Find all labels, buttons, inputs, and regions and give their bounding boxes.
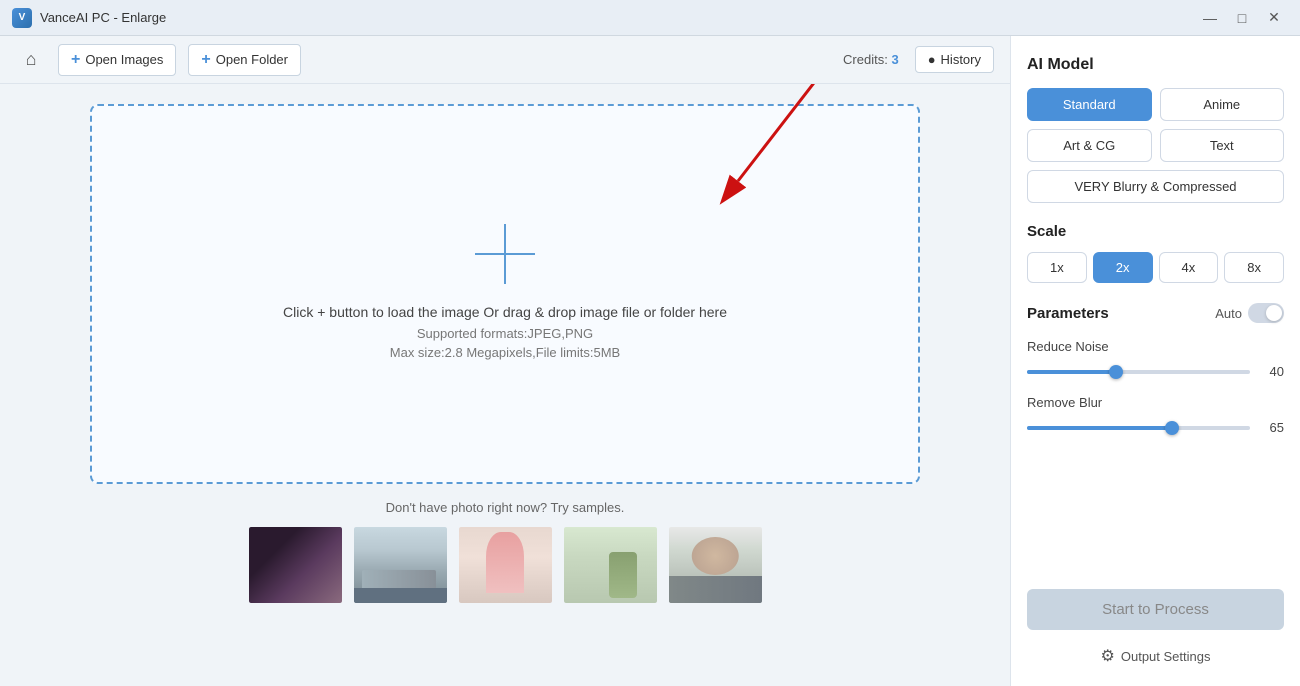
drop-zone-text: Click + button to load the image Or drag…	[283, 304, 727, 364]
model-anime-button[interactable]: Anime	[1160, 88, 1285, 121]
main-layout: ⌂ + Open Images + Open Folder Credits: 3…	[0, 36, 1300, 686]
plus-icon: +	[71, 51, 80, 69]
sample-image-1[interactable]	[247, 525, 344, 605]
add-icon	[475, 224, 535, 284]
remove-blur-slider-row: 65	[1027, 420, 1284, 435]
scale-4x-button[interactable]: 4x	[1159, 252, 1219, 283]
title-bar-left: V VanceAI PC - Enlarge	[12, 8, 166, 28]
app-title: VanceAI PC - Enlarge	[40, 10, 166, 25]
scale-8x-button[interactable]: 8x	[1224, 252, 1284, 283]
model-veryblurry-button[interactable]: VERY Blurry & Compressed	[1027, 170, 1284, 203]
reduce-noise-label: Reduce Noise	[1027, 339, 1284, 354]
samples-section: Don't have photo right now? Try samples.	[90, 500, 920, 605]
toolbar: ⌂ + Open Images + Open Folder Credits: 3…	[0, 36, 1010, 84]
toolbar-left: ⌂ + Open Images + Open Folder	[16, 44, 301, 76]
reduce-noise-slider-row: 40	[1027, 364, 1284, 379]
open-images-button[interactable]: + Open Images	[58, 44, 176, 76]
toggle-knob	[1266, 305, 1282, 321]
sample-image-3[interactable]	[457, 525, 554, 605]
reduce-noise-thumb[interactable]	[1109, 365, 1123, 379]
samples-label: Don't have photo right now? Try samples.	[90, 500, 920, 515]
history-icon: ●	[928, 52, 936, 67]
history-label: History	[941, 52, 981, 67]
drop-zone-main-text: Click + button to load the image Or drag…	[283, 304, 727, 320]
maximize-button[interactable]: □	[1228, 4, 1256, 32]
remove-blur-fill	[1027, 426, 1172, 430]
remove-blur-value: 65	[1260, 420, 1284, 435]
open-images-label: Open Images	[85, 52, 163, 67]
window-controls: — □ ✕	[1196, 4, 1288, 32]
sample-image-2[interactable]	[352, 525, 449, 605]
sample-image-5[interactable]	[667, 525, 764, 605]
params-title: Parameters	[1027, 305, 1109, 322]
auto-row: Auto	[1215, 303, 1284, 323]
reduce-noise-value: 40	[1260, 364, 1284, 379]
auto-toggle[interactable]	[1248, 303, 1284, 323]
gear-icon: ⚙	[1101, 646, 1115, 666]
remove-blur-label: Remove Blur	[1027, 395, 1284, 410]
title-bar: V VanceAI PC - Enlarge — □ ✕	[0, 0, 1300, 36]
minimize-button[interactable]: —	[1196, 4, 1224, 32]
drop-zone-sub-text1: Supported formats:JPEG,PNG	[283, 326, 727, 341]
app-icon: V	[12, 8, 32, 28]
plus-icon-2: +	[201, 51, 210, 69]
scale-buttons: 1x 2x 4x 8x	[1027, 252, 1284, 283]
output-settings[interactable]: ⚙ Output Settings	[1027, 646, 1284, 666]
params-header: Parameters Auto	[1027, 303, 1284, 323]
credits-label: Credits: 3	[843, 52, 899, 67]
left-panel: ⌂ + Open Images + Open Folder Credits: 3…	[0, 36, 1010, 686]
right-panel: AI Model Standard Anime Art & CG Text VE…	[1010, 36, 1300, 686]
reduce-noise-fill	[1027, 370, 1116, 374]
credits-count: 3	[891, 52, 898, 67]
scale-section: Scale 1x 2x 4x 8x	[1027, 223, 1284, 283]
model-text-button[interactable]: Text	[1160, 129, 1285, 162]
history-button[interactable]: ● History	[915, 46, 994, 73]
drop-zone-area: Click + button to load the image Or drag…	[0, 84, 1010, 686]
reduce-noise-track[interactable]	[1027, 370, 1250, 374]
toolbar-right: Credits: 3 ● History	[843, 46, 994, 73]
drop-zone-sub-text2: Max size:2.8 Megapixels,File limits:5MB	[283, 345, 727, 360]
sample-image-4[interactable]	[562, 525, 659, 605]
open-folder-label: Open Folder	[216, 52, 288, 67]
home-button[interactable]: ⌂	[16, 45, 46, 75]
scale-1x-button[interactable]: 1x	[1027, 252, 1087, 283]
remove-blur-track[interactable]	[1027, 426, 1250, 430]
scale-title: Scale	[1027, 223, 1284, 240]
ai-model-title: AI Model	[1027, 56, 1284, 74]
samples-row	[90, 525, 920, 605]
close-button[interactable]: ✕	[1260, 4, 1288, 32]
output-settings-label: Output Settings	[1121, 649, 1211, 664]
arrow-indicator	[658, 84, 878, 216]
drop-zone[interactable]: Click + button to load the image Or drag…	[90, 104, 920, 484]
model-grid: Standard Anime Art & CG Text VERY Blurry…	[1027, 88, 1284, 203]
remove-blur-thumb[interactable]	[1165, 421, 1179, 435]
scale-2x-button[interactable]: 2x	[1093, 252, 1153, 283]
auto-label: Auto	[1215, 306, 1242, 321]
open-folder-button[interactable]: + Open Folder	[188, 44, 301, 76]
model-artcg-button[interactable]: Art & CG	[1027, 129, 1152, 162]
start-process-button[interactable]: Start to Process	[1027, 589, 1284, 630]
model-standard-button[interactable]: Standard	[1027, 88, 1152, 121]
params-section: Parameters Auto Reduce Noise 40 Remove B	[1027, 303, 1284, 451]
